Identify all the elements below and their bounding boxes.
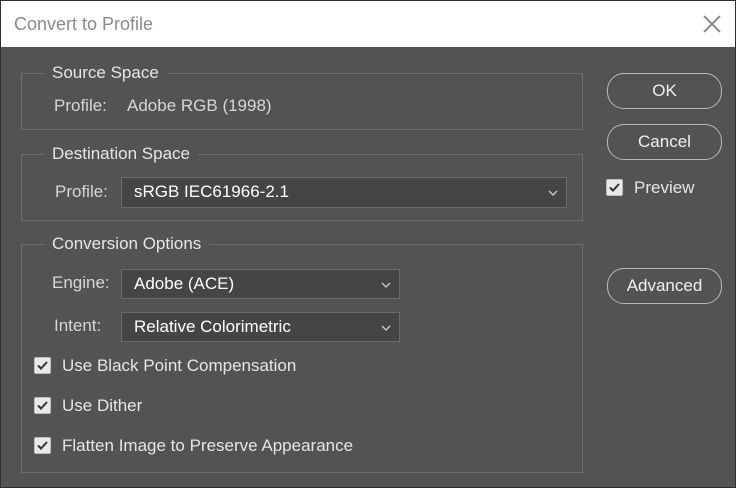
destination-profile-label: Profile: bbox=[55, 182, 108, 201]
use-dither-label: Use Dither bbox=[62, 396, 143, 415]
intent-label: Intent: bbox=[54, 316, 102, 335]
destination-profile-value: sRGB IEC61966-2.1 bbox=[134, 182, 289, 201]
chevron-down-icon bbox=[381, 281, 391, 289]
checkmark-icon bbox=[37, 361, 48, 370]
ok-button[interactable]: OK bbox=[607, 73, 722, 109]
chevron-down-icon bbox=[381, 324, 391, 332]
convert-to-profile-dialog: Convert to Profile Source Space Profile:… bbox=[0, 0, 736, 488]
checkbox-box[interactable] bbox=[606, 179, 623, 196]
engine-value: Adobe (ACE) bbox=[134, 274, 235, 293]
black-point-compensation-label: Use Black Point Compensation bbox=[62, 356, 297, 375]
title-bar: Convert to Profile bbox=[1, 1, 735, 47]
engine-select[interactable]: Adobe (ACE) bbox=[121, 269, 400, 299]
checkbox-box[interactable] bbox=[34, 437, 51, 454]
close-button[interactable] bbox=[699, 11, 725, 37]
checkmark-icon bbox=[37, 401, 48, 410]
conversion-options-legend: Conversion Options bbox=[52, 234, 202, 253]
checkmark-icon bbox=[609, 183, 620, 192]
checkmark-icon bbox=[37, 441, 48, 450]
engine-label: Engine: bbox=[52, 273, 110, 292]
checkbox-box[interactable] bbox=[34, 357, 51, 374]
destination-profile-select[interactable]: sRGB IEC61966-2.1 bbox=[121, 177, 567, 208]
source-space-legend: Source Space bbox=[52, 63, 159, 82]
flatten-image-label: Flatten Image to Preserve Appearance bbox=[62, 436, 354, 455]
intent-value: Relative Colorimetric bbox=[134, 317, 291, 336]
destination-space-legend: Destination Space bbox=[52, 144, 190, 163]
checkbox-box[interactable] bbox=[34, 397, 51, 414]
dialog-title: Convert to Profile bbox=[14, 14, 154, 34]
source-profile-value: Adobe RGB (1998) bbox=[127, 96, 272, 115]
close-icon bbox=[703, 15, 721, 33]
cancel-button[interactable]: Cancel bbox=[607, 124, 722, 160]
source-profile-label: Profile: bbox=[54, 96, 107, 115]
chevron-down-icon bbox=[548, 189, 558, 197]
intent-select[interactable]: Relative Colorimetric bbox=[121, 312, 400, 342]
preview-label: Preview bbox=[634, 178, 695, 197]
advanced-button[interactable]: Advanced bbox=[607, 268, 722, 304]
